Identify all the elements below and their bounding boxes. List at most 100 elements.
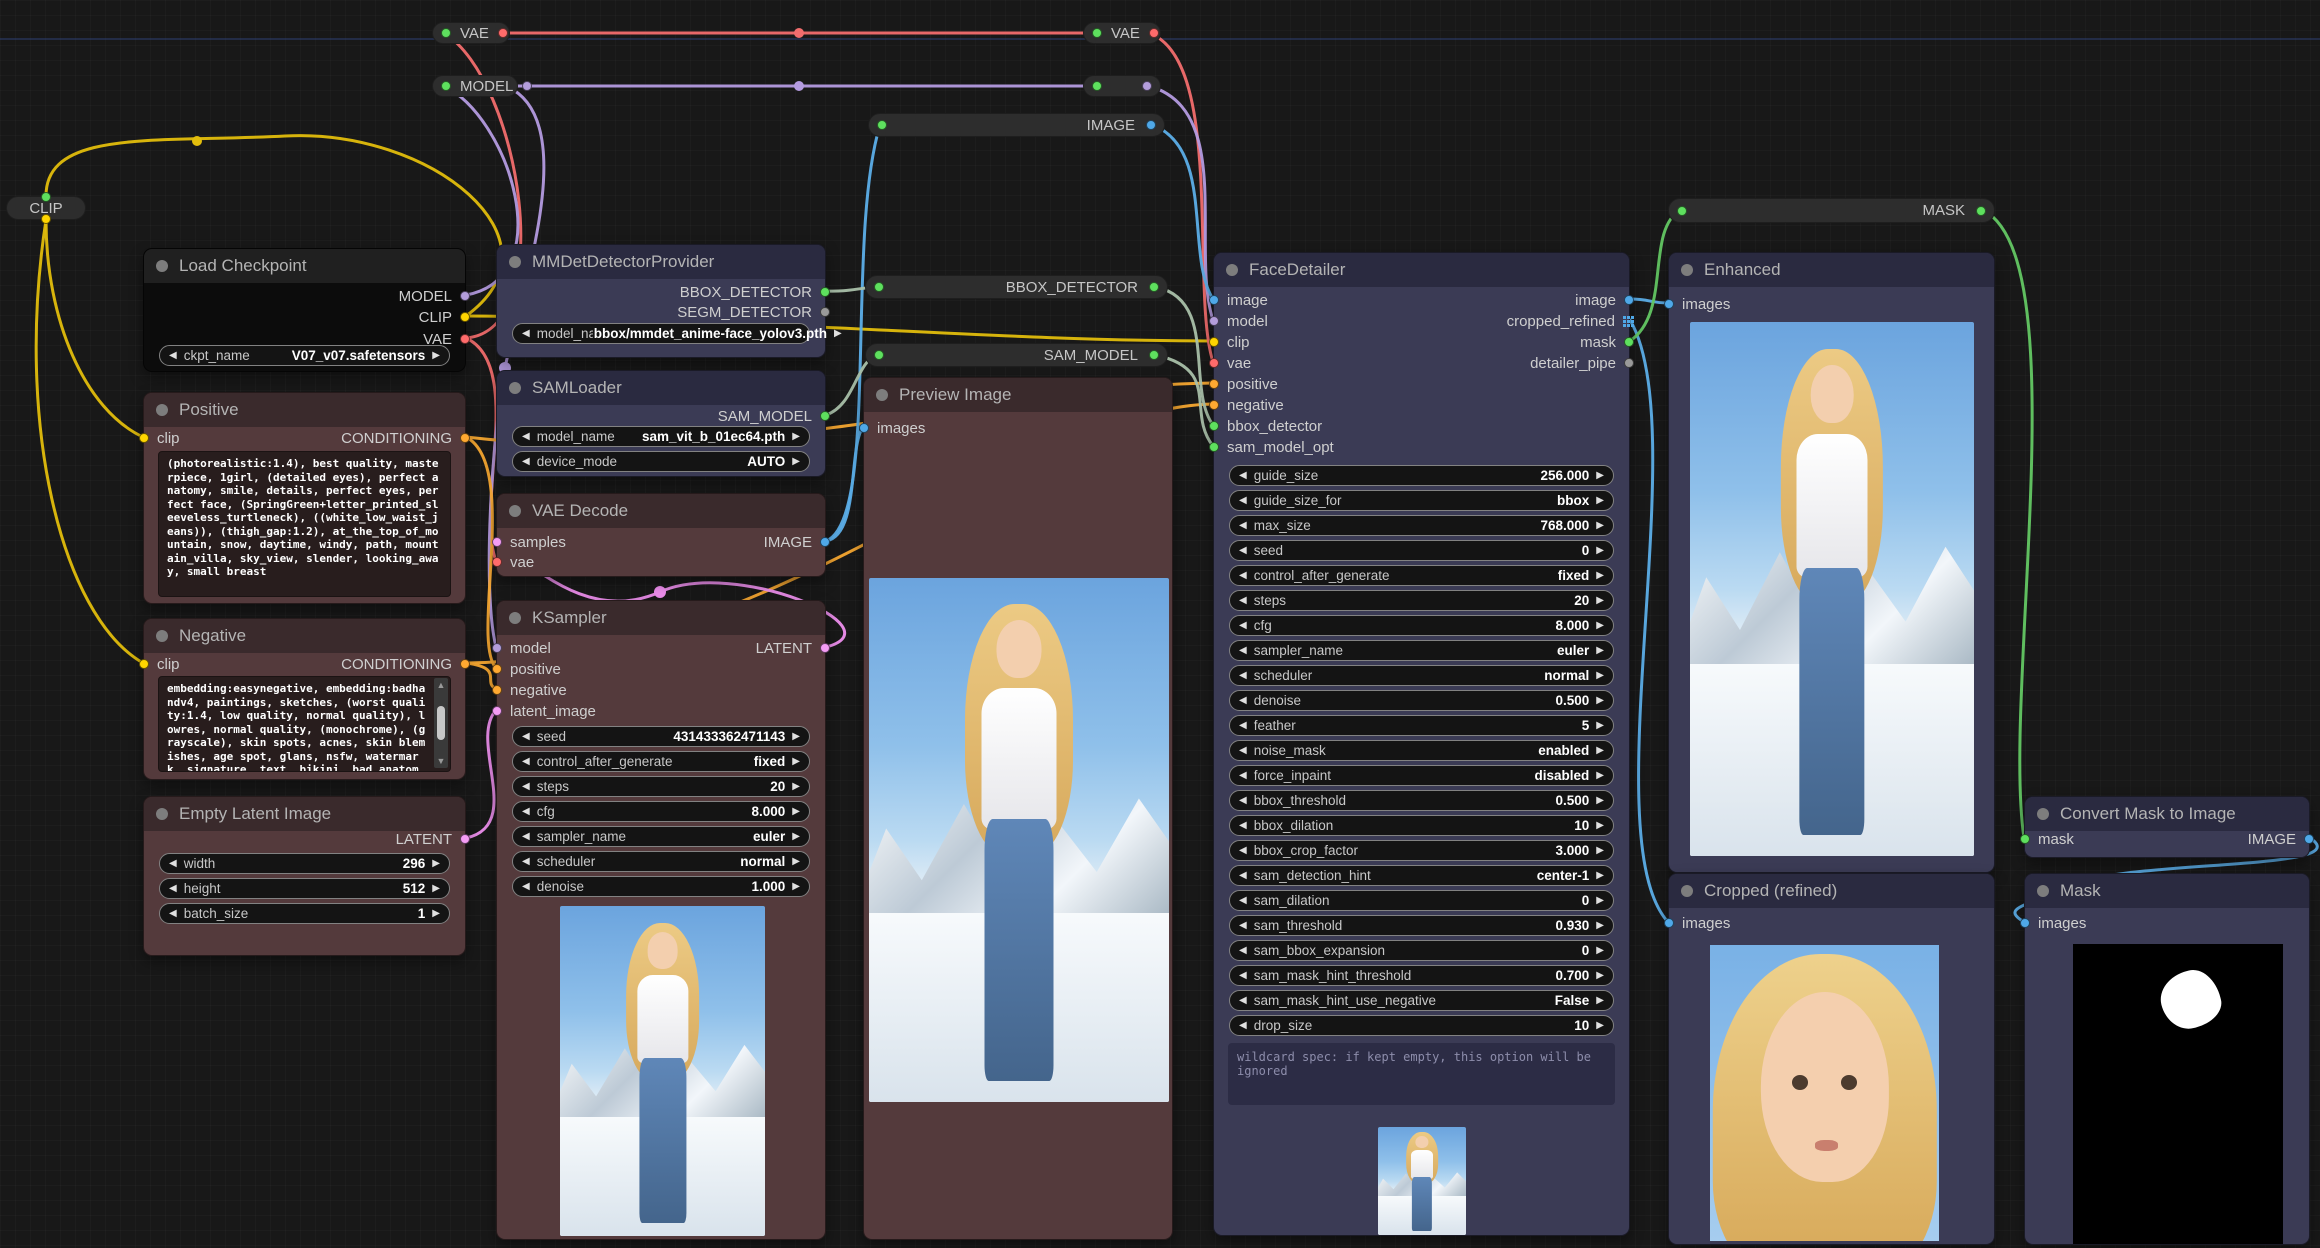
port-images-input[interactable]: images xyxy=(859,418,925,438)
node-header[interactable]: SAMLoader xyxy=(497,371,825,405)
node-mmdet-detector-provider[interactable]: MMDetDetectorProvider BBOX_DETECTOR SEGM… xyxy=(496,244,826,358)
latent-port-dot[interactable] xyxy=(492,706,502,716)
positive-prompt-textarea[interactable]: (photorealistic:1.4), best quality, mast… xyxy=(158,451,451,597)
node-header[interactable]: KSampler xyxy=(497,601,825,635)
node-header[interactable]: Empty Latent Image xyxy=(144,797,465,831)
port-images-input[interactable]: images xyxy=(2020,913,2086,933)
increment-arrow-icon[interactable]: ▶ xyxy=(1596,945,1604,956)
image-list-grid-icon[interactable] xyxy=(1623,316,1634,327)
decrement-arrow-icon[interactable]: ◀ xyxy=(1239,995,1247,1006)
decrement-arrow-icon[interactable]: ◀ xyxy=(1239,645,1247,656)
reroute-input-port[interactable] xyxy=(1092,28,1102,38)
decrement-arrow-icon[interactable]: ◀ xyxy=(1239,945,1247,956)
increment-arrow-icon[interactable]: ▶ xyxy=(1596,595,1604,606)
widget-row[interactable]: ◀ bbox_threshold 0.500 ▶ xyxy=(1229,790,1614,811)
reroute-bbox-detector[interactable]: BBOX_DETECTOR xyxy=(865,275,1168,299)
node-header[interactable]: VAE Decode xyxy=(497,494,825,528)
port-cropped-refined-output[interactable]: cropped_refined xyxy=(1507,311,1634,331)
increment-arrow-icon[interactable]: ▶ xyxy=(1596,645,1604,656)
increment-arrow-icon[interactable]: ▶ xyxy=(432,350,440,361)
decrement-arrow-icon[interactable]: ◀ xyxy=(169,858,177,869)
port-vae-input[interactable]: vae xyxy=(1209,353,1251,373)
decrement-arrow-icon[interactable]: ◀ xyxy=(169,883,177,894)
conditioning-port-dot[interactable] xyxy=(492,664,502,674)
decrement-arrow-icon[interactable]: ◀ xyxy=(169,908,177,919)
scrollbar-thumb[interactable] xyxy=(437,706,445,740)
port-detailer-pipe-output[interactable]: detailer_pipe xyxy=(1530,353,1634,373)
detailer-pipe-port-dot[interactable] xyxy=(1624,358,1634,368)
reroute-sam-model[interactable]: SAM_MODEL xyxy=(865,343,1168,367)
increment-arrow-icon[interactable]: ▶ xyxy=(432,883,440,894)
node-enhanced[interactable]: Enhanced images xyxy=(1668,252,1995,873)
widget-row[interactable]: ◀ height 512 ▶ xyxy=(159,878,450,899)
conditioning-port-dot[interactable] xyxy=(460,659,470,669)
widget-row[interactable]: ◀ steps 20 ▶ xyxy=(512,776,810,797)
widget-row[interactable]: ◀ scheduler normal ▶ xyxy=(512,851,810,872)
decrement-arrow-icon[interactable]: ◀ xyxy=(522,731,530,742)
reroute-output-port[interactable] xyxy=(1146,120,1156,130)
collapse-dot[interactable] xyxy=(509,612,521,624)
reroute-input-port[interactable] xyxy=(41,192,51,202)
collapse-dot[interactable] xyxy=(2037,885,2049,897)
decrement-arrow-icon[interactable]: ◀ xyxy=(1239,1020,1247,1031)
widget-row[interactable]: ◀ cfg 8.000 ▶ xyxy=(512,801,810,822)
reroute-input-port[interactable] xyxy=(441,28,451,38)
port-mask-output[interactable]: mask xyxy=(1580,332,1634,352)
port-clip-output[interactable]: CLIP xyxy=(419,307,470,327)
increment-arrow-icon[interactable]: ▶ xyxy=(1596,920,1604,931)
widget-row[interactable]: ◀ steps 20 ▶ xyxy=(1229,590,1614,611)
widget-row[interactable]: ◀ seed 431433362471143 ▶ xyxy=(512,726,810,747)
port-vae-output[interactable]: VAE xyxy=(423,329,470,349)
decrement-arrow-icon[interactable]: ◀ xyxy=(169,350,177,361)
increment-arrow-icon[interactable]: ▶ xyxy=(1596,545,1604,556)
widget-row[interactable]: ◀ guide_size_for bbox ▶ xyxy=(1229,490,1614,511)
sam-model-port-dot[interactable] xyxy=(1209,442,1219,452)
port-image-input[interactable]: image xyxy=(1209,290,1268,310)
decrement-arrow-icon[interactable]: ◀ xyxy=(522,431,530,442)
collapse-dot[interactable] xyxy=(156,260,168,272)
widget-row[interactable]: ◀ bbox_crop_factor 3.000 ▶ xyxy=(1229,840,1614,861)
negative-prompt-textarea[interactable]: embedding:easynegative, embedding:badhan… xyxy=(158,676,451,772)
sam-model-port-dot[interactable] xyxy=(820,411,830,421)
image-port-dot[interactable] xyxy=(859,423,869,433)
node-cropped-refined[interactable]: Cropped (refined) images xyxy=(1668,873,1995,1245)
widget-row[interactable]: ◀ guide_size 256.000 ▶ xyxy=(1229,465,1614,486)
decrement-arrow-icon[interactable]: ◀ xyxy=(1239,595,1247,606)
node-header[interactable]: Enhanced xyxy=(1669,253,1994,287)
increment-arrow-icon[interactable]: ▶ xyxy=(792,431,800,442)
node-mask-preview[interactable]: Mask images xyxy=(2024,873,2310,1245)
decrement-arrow-icon[interactable]: ◀ xyxy=(1239,620,1247,631)
bbox-detector-port-dot[interactable] xyxy=(820,287,830,297)
increment-arrow-icon[interactable]: ▶ xyxy=(1596,695,1604,706)
widget-row[interactable]: ◀ sampler_name euler ▶ xyxy=(1229,640,1614,661)
image-port-dot[interactable] xyxy=(1624,295,1634,305)
node-preview-image[interactable]: Preview Image images xyxy=(863,377,1173,1240)
reroute-output-port[interactable] xyxy=(1149,282,1159,292)
widget-row[interactable]: ◀ model_name bbox/mmdet_anime-face_yolov… xyxy=(512,323,810,344)
port-mask-input[interactable]: mask xyxy=(2020,829,2074,849)
decrement-arrow-icon[interactable]: ◀ xyxy=(1239,570,1247,581)
increment-arrow-icon[interactable]: ▶ xyxy=(1596,970,1604,981)
conditioning-port-dot[interactable] xyxy=(492,685,502,695)
reroute-vae-right[interactable]: VAE xyxy=(1083,22,1161,44)
decrement-arrow-icon[interactable]: ◀ xyxy=(1239,845,1247,856)
collapse-dot[interactable] xyxy=(156,630,168,642)
widget-row[interactable]: ◀ force_inpaint disabled ▶ xyxy=(1229,765,1614,786)
increment-arrow-icon[interactable]: ▶ xyxy=(1596,670,1604,681)
decrement-arrow-icon[interactable]: ◀ xyxy=(522,881,530,892)
image-port-dot[interactable] xyxy=(1664,299,1674,309)
reroute-model-left[interactable]: MODEL xyxy=(432,75,518,97)
widget-row[interactable]: ◀ batch_size 1 ▶ xyxy=(159,903,450,924)
increment-arrow-icon[interactable]: ▶ xyxy=(792,831,800,842)
mask-port-dot[interactable] xyxy=(2020,834,2030,844)
conditioning-port-dot[interactable] xyxy=(460,433,470,443)
latent-port-dot[interactable] xyxy=(460,834,470,844)
port-images-input[interactable]: images xyxy=(1664,294,1730,314)
scrollbar[interactable]: ▲ ▼ xyxy=(434,678,448,768)
decrement-arrow-icon[interactable]: ◀ xyxy=(522,756,530,767)
decrement-arrow-icon[interactable]: ◀ xyxy=(1239,870,1247,881)
collapse-dot[interactable] xyxy=(1681,264,1693,276)
port-latent-image-input[interactable]: latent_image xyxy=(492,701,596,721)
node-convert-mask-to-image[interactable]: Convert Mask to Image mask IMAGE xyxy=(2024,796,2310,858)
increment-arrow-icon[interactable]: ▶ xyxy=(1596,795,1604,806)
